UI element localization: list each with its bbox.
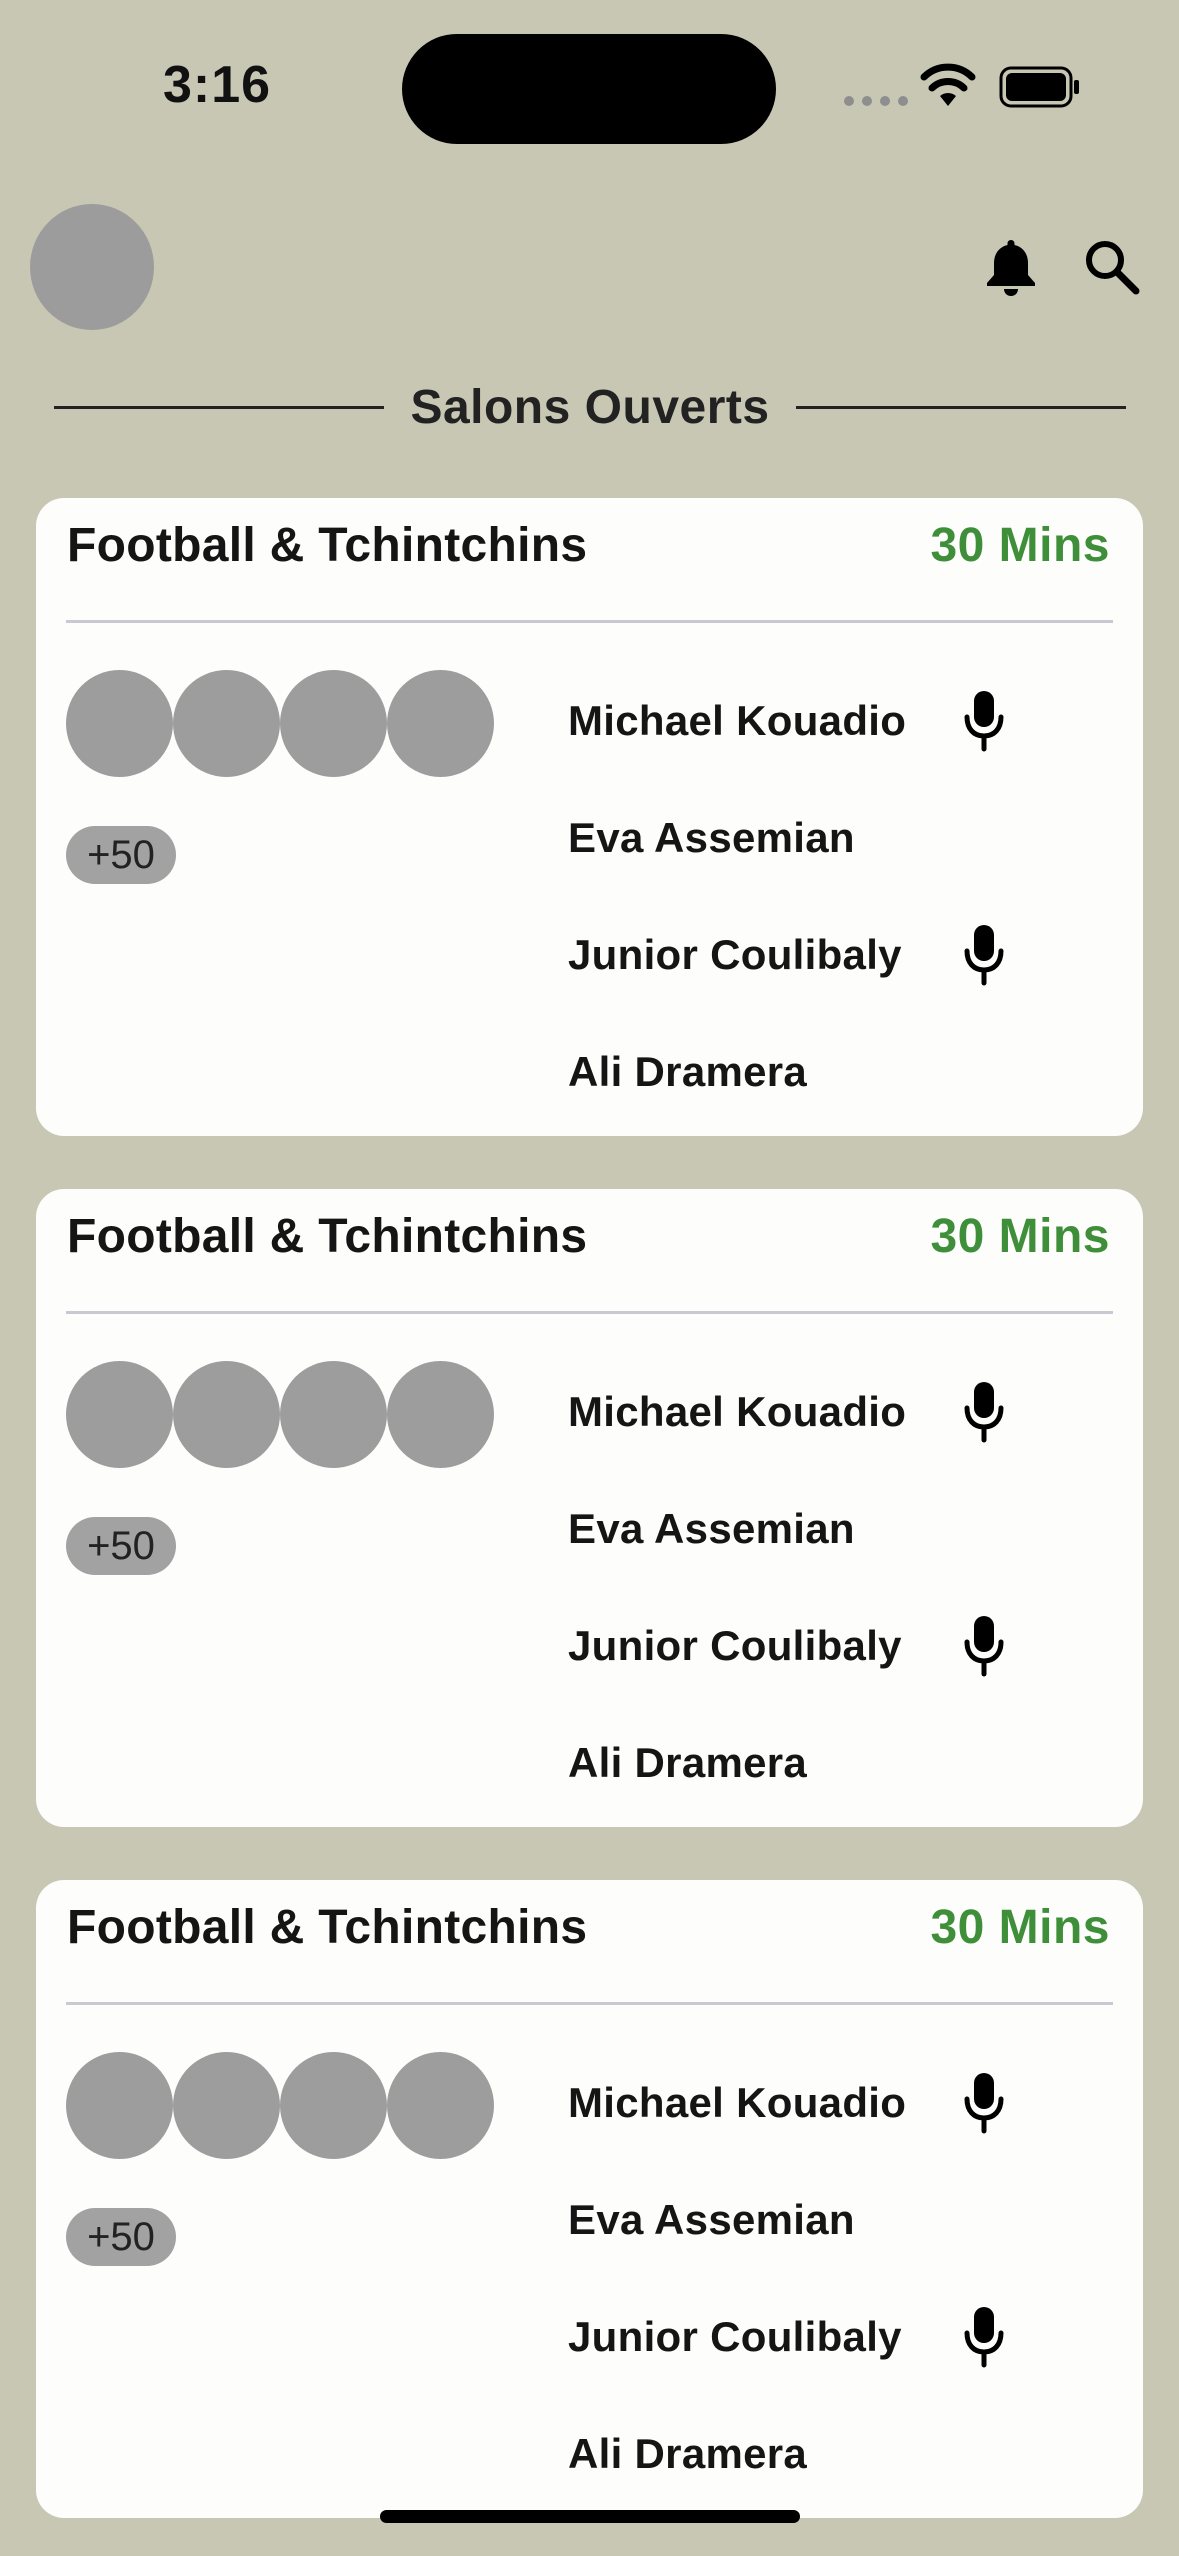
speaker-row: Junior Coulibaly xyxy=(568,896,1008,1013)
extra-participants-badge: +50 xyxy=(66,2208,176,2266)
speaker-name: Eva Assemian xyxy=(568,1504,855,1552)
participant-avatar xyxy=(387,2052,494,2159)
participant-avatar xyxy=(173,1361,280,1468)
speaker-name: Junior Coulibaly xyxy=(568,2312,902,2360)
speaker-row: Michael Kouadio xyxy=(568,662,1008,779)
speaker-name: Ali Dramera xyxy=(568,1047,808,1095)
status-time: 3:16 xyxy=(163,56,272,114)
speaker-name: Michael Kouadio xyxy=(568,2078,907,2126)
card-divider xyxy=(66,1311,1113,1314)
battery-icon xyxy=(999,66,1079,108)
extra-participants-badge: +50 xyxy=(66,826,176,884)
room-duration: 30 Mins xyxy=(930,1210,1110,1263)
divider-right xyxy=(795,406,1126,409)
speaker-name: Junior Coulibaly xyxy=(568,930,902,978)
participant-avatar xyxy=(387,1361,494,1468)
speaker-row: Michael Kouadio xyxy=(568,1353,1008,1470)
participant-avatar xyxy=(66,2052,173,2159)
wifi-icon xyxy=(920,63,976,106)
section-title: Salons Ouverts xyxy=(410,381,770,434)
speaker-list: Michael Kouadio Eva Assemian Junior Coulib… xyxy=(568,662,1008,1130)
speaker-name: Michael Kouadio xyxy=(568,1387,907,1435)
cellular-signal-icon xyxy=(844,96,908,106)
participant-avatars xyxy=(66,670,496,777)
room-duration: 30 Mins xyxy=(930,1901,1110,1954)
speaker-list: Michael Kouadio Eva Assemian Junior Coulib… xyxy=(568,2044,1008,2512)
room-title: Football & Tchintchins xyxy=(67,519,588,572)
avatar[interactable] xyxy=(30,204,154,330)
participant-avatar xyxy=(280,670,387,777)
speaker-row: Eva Assemian xyxy=(568,779,1008,896)
speaker-row: Michael Kouadio xyxy=(568,2044,1008,2161)
bell-icon[interactable] xyxy=(982,236,1040,298)
speaker-row: Junior Coulibaly xyxy=(568,2278,1008,2395)
participant-avatar xyxy=(66,1361,173,1468)
microphone-icon xyxy=(960,923,1008,987)
card-divider xyxy=(66,620,1113,623)
microphone-icon xyxy=(960,1380,1008,1444)
speaker-list: Michael Kouadio Eva Assemian Junior Coulib… xyxy=(568,1353,1008,1821)
room-title: Football & Tchintchins xyxy=(67,1901,588,1954)
speaker-row: Eva Assemian xyxy=(568,1470,1008,1587)
speaker-row: Ali Dramera xyxy=(568,2395,1008,2512)
speaker-name: Eva Assemian xyxy=(568,813,855,861)
room-card[interactable]: Football & Tchintchins 30 Mins +50 Michael … xyxy=(36,1880,1143,2518)
search-icon[interactable] xyxy=(1083,238,1141,296)
participant-avatar xyxy=(173,670,280,777)
participant-avatar xyxy=(387,670,494,777)
speaker-row: Ali Dramera xyxy=(568,1013,1008,1130)
extra-participants-badge: +50 xyxy=(66,1517,176,1575)
speaker-name: Eva Assemian xyxy=(568,2195,855,2243)
participant-avatar xyxy=(66,670,173,777)
speaker-name: Junior Coulibaly xyxy=(568,1621,902,1669)
speaker-row: Eva Assemian xyxy=(568,2161,1008,2278)
participant-avatar xyxy=(280,1361,387,1468)
card-divider xyxy=(66,2002,1113,2005)
participant-avatar xyxy=(173,2052,280,2159)
speaker-name: Ali Dramera xyxy=(568,2429,808,2477)
home-indicator xyxy=(380,2510,800,2523)
speaker-name: Michael Kouadio xyxy=(568,696,907,744)
section-header: Salons Ouverts xyxy=(54,380,1126,435)
room-title: Football & Tchintchins xyxy=(67,1210,588,1263)
dynamic-island xyxy=(402,34,776,144)
participant-avatars xyxy=(66,2052,496,2159)
room-duration: 30 Mins xyxy=(930,519,1110,572)
speaker-row: Ali Dramera xyxy=(568,1704,1008,1821)
room-card[interactable]: Football & Tchintchins 30 Mins +50 Michael … xyxy=(36,1189,1143,1827)
room-card[interactable]: Football & Tchintchins 30 Mins +50 Michael … xyxy=(36,498,1143,1136)
divider-left xyxy=(54,406,385,409)
microphone-icon xyxy=(960,1614,1008,1678)
speaker-row: Junior Coulibaly xyxy=(568,1587,1008,1704)
microphone-icon xyxy=(960,2305,1008,2369)
microphone-icon xyxy=(960,2071,1008,2135)
participant-avatars xyxy=(66,1361,496,1468)
speaker-name: Ali Dramera xyxy=(568,1738,808,1786)
microphone-icon xyxy=(960,689,1008,753)
participant-avatar xyxy=(280,2052,387,2159)
